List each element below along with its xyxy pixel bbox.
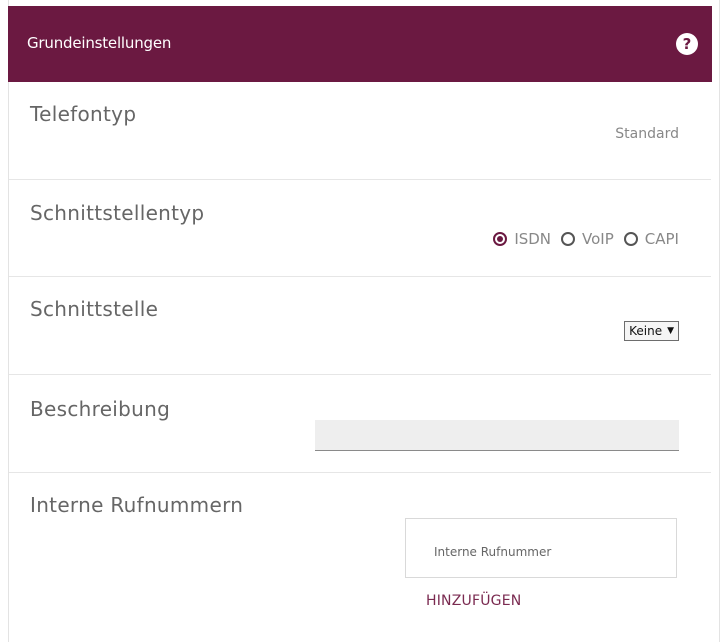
internal-number-column-header: Interne Rufnummer [434,545,552,559]
radio-capi-label: CAPI [644,230,679,248]
panel-title: Grundeinstellungen [27,34,172,52]
radio-capi[interactable]: CAPI [623,230,679,248]
description-input[interactable] [315,420,679,451]
row-schnittstelle: Schnittstelle Keine ▼ [9,277,711,375]
label-schnittstellentyp: Schnittstellentyp [30,201,205,225]
panel-header: Grundeinstellungen ? [8,6,712,82]
add-internal-number-button[interactable]: HINZUFÜGEN [426,593,521,609]
label-beschreibung: Beschreibung [30,397,171,421]
radio-isdn[interactable]: ISDN [493,230,551,248]
radio-isdn-indicator[interactable] [493,232,508,246]
help-icon[interactable]: ? [676,33,698,55]
radio-voip-indicator[interactable] [561,232,576,246]
radio-capi-indicator[interactable] [623,232,638,246]
dropdown-arrow-icon: ▼ [667,326,674,336]
interface-type-radio-group: ISDN VoIP CAPI [483,230,679,248]
value-telefontyp: Standard [615,126,679,142]
row-schnittstellentyp: Schnittstellentyp ISDN VoIP CAPI [9,180,711,277]
label-schnittstelle: Schnittstelle [30,297,159,321]
internal-numbers-table: Interne Rufnummer [405,518,677,578]
row-beschreibung: Beschreibung [9,375,711,473]
label-interne-rufnummern: Interne Rufnummern [30,493,244,517]
radio-voip[interactable]: VoIP [561,230,614,248]
label-telefontyp: Telefontyp [30,102,137,126]
row-interne-rufnummern: Interne Rufnummern Interne Rufnummer HIN… [9,473,711,642]
radio-voip-label: VoIP [582,230,614,248]
radio-isdn-label: ISDN [514,230,552,248]
interface-select[interactable]: Keine ▼ [624,321,679,341]
row-telefontyp: Telefontyp Standard [9,82,711,180]
interface-select-value: Keine [629,324,663,338]
